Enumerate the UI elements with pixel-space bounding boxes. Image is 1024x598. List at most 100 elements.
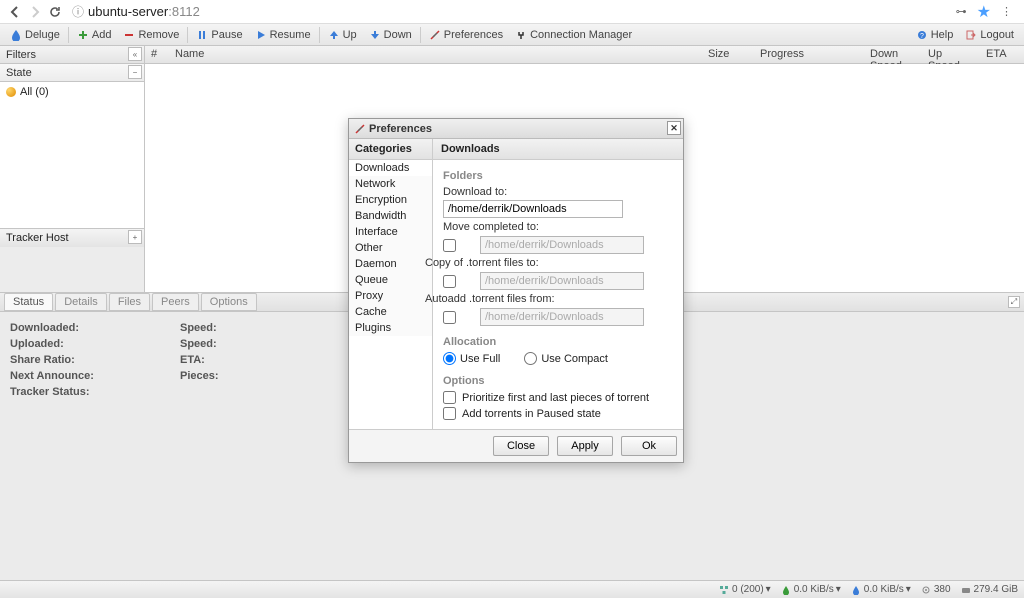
download-to-input[interactable] [443,200,623,218]
resume-button[interactable]: Resume [249,26,317,44]
dialog-title-text: Preferences [369,123,432,135]
category-daemon[interactable]: Daemon [349,256,432,272]
tab-details[interactable]: Details [55,293,107,311]
bookmark-star-icon[interactable]: ★ [977,2,991,22]
minus-icon [123,29,135,41]
up-button[interactable]: Up [322,26,363,44]
move-completed-checkbox[interactable] [443,239,456,252]
status-connections[interactable]: 0 (200)▾ [719,584,771,595]
url-bar[interactable]: ⓘ ubuntu-server :8112 [66,3,956,20]
tracker-label: Tracker Host [6,232,69,244]
add-paused-checkbox[interactable] [443,407,456,420]
col-progress[interactable]: Progress [754,46,864,63]
pause-label: Pause [211,29,242,41]
reload-button[interactable] [46,3,64,21]
category-plugins[interactable]: Plugins [349,320,432,336]
copy-torrent-input [480,272,644,290]
category-network[interactable]: Network [349,176,432,192]
content-header: Downloads [433,139,683,160]
category-interface[interactable]: Interface [349,224,432,240]
dialog-close-button[interactable]: ✕ [667,121,681,135]
connections-value: 0 (200) [732,584,764,595]
prioritize-label: Prioritize first and last pieces of torr… [462,392,649,404]
status-dht[interactable]: 380 [921,584,951,595]
brand[interactable]: Deluge [4,26,66,44]
status-up-speed[interactable]: 0.0 KiB/s▾ [851,584,911,595]
chevron-down-icon: ▾ [906,584,911,595]
filter-all[interactable]: All (0) [0,84,144,100]
category-encryption[interactable]: Encryption [349,192,432,208]
plus-icon [77,29,89,41]
back-button[interactable] [6,3,24,21]
down-speed-value: 0.0 KiB/s [794,584,834,595]
plug-icon [515,29,527,41]
logout-icon [965,29,977,41]
tab-options[interactable]: Options [201,293,257,311]
category-proxy[interactable]: Proxy [349,288,432,304]
deluge-toolbar: Deluge Add Remove Pause Resume Up Down P… [0,24,1024,46]
down-drop-icon [781,585,791,595]
prioritize-checkbox[interactable] [443,391,456,404]
ok-button[interactable]: Ok [621,436,677,456]
category-cache[interactable]: Cache [349,304,432,320]
pause-button[interactable]: Pause [190,26,248,44]
autoadd-label: Autoadd .torrent files from: [425,293,673,305]
dht-value: 380 [934,584,951,595]
separator [187,27,188,43]
connection-manager-button[interactable]: Connection Manager [509,26,638,44]
tab-files[interactable]: Files [109,293,150,311]
expand-tracker-icon[interactable]: + [128,230,142,244]
collapse-state-icon[interactable]: − [128,65,142,79]
col-eta[interactable]: ETA [980,46,1024,63]
col-num[interactable]: # [145,46,169,63]
forward-button[interactable] [26,3,44,21]
category-other[interactable]: Other [349,240,432,256]
key-icon[interactable]: ⊶ [956,5,967,18]
allocation-section-label: Allocation [443,336,673,348]
use-compact-radio[interactable]: Use Compact [524,352,608,365]
category-queue[interactable]: Queue [349,272,432,288]
tracker-header[interactable]: Tracker Host + [0,229,144,247]
state-header[interactable]: State − [0,64,144,82]
tools-icon [355,124,365,134]
grid-header: # Name Size Progress Down Speed Up Speed… [145,46,1024,64]
status-down-speed[interactable]: 0.0 KiB/s▾ [781,584,841,595]
move-completed-input [480,236,644,254]
use-full-radio[interactable]: Use Full [443,352,500,365]
up-drop-icon [851,585,861,595]
col-up-speed[interactable]: Up Speed [922,46,980,63]
collapse-sidebar-icon[interactable]: « [128,47,142,61]
close-button[interactable]: Close [493,436,549,456]
category-downloads[interactable]: Downloads [349,160,432,176]
downloaded-label: Downloaded: [10,322,79,334]
autoadd-checkbox[interactable] [443,311,456,324]
col-size[interactable]: Size [702,46,754,63]
browser-menu-icon[interactable]: ⋮ [995,5,1018,18]
browser-chrome: ⓘ ubuntu-server :8112 ⊶ ★ ⋮ [0,0,1024,24]
preferences-button[interactable]: Preferences [423,26,509,44]
help-label: Help [931,29,954,41]
col-name[interactable]: Name [169,46,702,63]
help-button[interactable]: ?Help [910,26,960,44]
add-button[interactable]: Add [71,26,118,44]
conn-mgr-label: Connection Manager [530,29,632,41]
apply-button[interactable]: Apply [557,436,613,456]
col-down-speed[interactable]: Down Speed [864,46,922,63]
remove-button[interactable]: Remove [117,26,185,44]
help-icon: ? [916,29,928,41]
copy-torrent-checkbox[interactable] [443,275,456,288]
pause-icon [196,29,208,41]
copy-torrent-label: Copy of .torrent files to: [425,257,673,269]
down-button[interactable]: Down [363,26,418,44]
tab-peers[interactable]: Peers [152,293,199,311]
network-icon [719,585,729,595]
dialog-titlebar[interactable]: Preferences ✕ [349,119,683,139]
category-bandwidth[interactable]: Bandwidth [349,208,432,224]
separator [420,27,421,43]
expand-panel-icon[interactable]: ⤢ [1008,296,1020,308]
logout-button[interactable]: Logout [959,26,1020,44]
tab-status[interactable]: Status [4,293,53,311]
pieces-label: Pieces: [180,370,219,382]
status-disk[interactable]: 279.4 GiB [961,584,1018,595]
share-ratio-label: Share Ratio: [10,354,75,366]
